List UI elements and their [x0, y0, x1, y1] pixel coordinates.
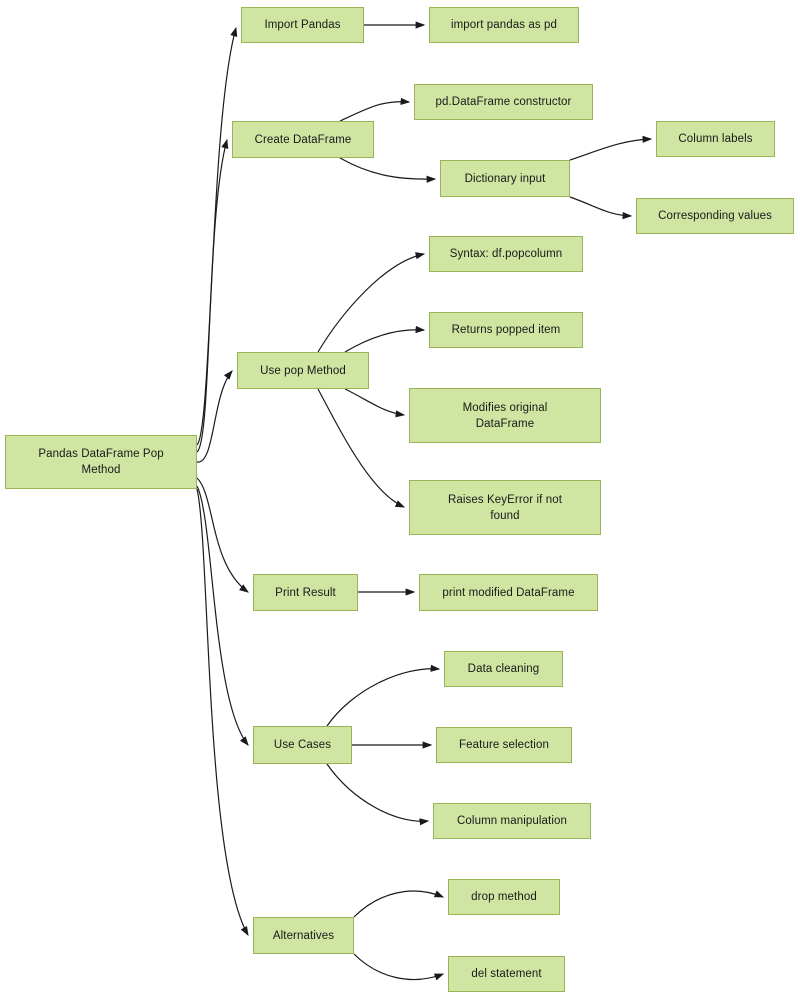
node-pd-dataframe-constructor[interactable]: pd.DataFrame constructor — [414, 84, 593, 120]
flowchart-canvas: Pandas DataFrame Pop Method Import Panda… — [0, 0, 800, 999]
edge-use_pop_method-to-returns_popped_item — [344, 325, 426, 353]
node-use-cases[interactable]: Use Cases — [253, 726, 352, 764]
edge-create_dataframe-to-pd_dataframe_constructor — [339, 97, 411, 122]
node-data-cleaning[interactable]: Data cleaning — [444, 651, 563, 687]
edge-root-to-import_pandas — [196, 26, 238, 446]
edge-create_dataframe-to-dictionary_input — [339, 157, 437, 183]
node-alternatives[interactable]: Alternatives — [253, 917, 354, 954]
edge-dictionary_input-to-column_labels — [569, 135, 653, 161]
node-import-pandas-as-pd[interactable]: import pandas as pd — [429, 7, 579, 43]
node-use-pop-method[interactable]: Use pop Method — [237, 352, 369, 389]
node-print-modified-dataframe[interactable]: print modified DataFrame — [419, 574, 598, 611]
edge-use_pop_method-to-syntax_df_pop — [317, 252, 426, 353]
node-import-pandas[interactable]: Import Pandas — [241, 7, 364, 43]
edge-root-to-print_result — [196, 477, 249, 593]
node-corresponding-values[interactable]: Corresponding values — [636, 198, 794, 234]
edge-use_cases-to-column_manipulation — [326, 763, 430, 826]
node-syntax-df-pop[interactable]: Syntax: df.popcolumn — [429, 236, 583, 272]
edge-root-to-alternatives — [196, 488, 249, 937]
node-print-result[interactable]: Print Result — [253, 574, 358, 611]
edge-use_pop_method-to-raises_keyerror — [317, 388, 406, 508]
edge-use_pop_method-to-modifies_original — [344, 388, 406, 418]
edge-alternatives-to-del_statement — [353, 953, 445, 981]
node-returns-popped-item[interactable]: Returns popped item — [429, 312, 583, 348]
edge-root-to-use_cases — [196, 485, 249, 746]
node-create-dataframe[interactable]: Create DataFrame — [232, 121, 374, 158]
node-modifies-original[interactable]: Modifies original DataFrame — [409, 388, 601, 443]
node-drop-method[interactable]: drop method — [448, 879, 560, 915]
node-column-labels[interactable]: Column labels — [656, 121, 775, 157]
node-feature-selection[interactable]: Feature selection — [436, 727, 572, 763]
edge-use_cases-to-data_cleaning — [326, 664, 441, 727]
node-column-manipulation[interactable]: Column manipulation — [433, 803, 591, 839]
node-dictionary-input[interactable]: Dictionary input — [440, 160, 570, 197]
edge-dictionary_input-to-corresponding_values — [569, 196, 633, 220]
edge-root-to-use_pop_method — [196, 370, 233, 463]
node-raises-keyerror[interactable]: Raises KeyError if not found — [409, 480, 601, 535]
edge-alternatives-to-drop_method — [353, 890, 445, 918]
node-del-statement[interactable]: del statement — [448, 956, 565, 992]
edge-root-to-create_dataframe — [196, 138, 229, 453]
node-root[interactable]: Pandas DataFrame Pop Method — [5, 435, 197, 489]
